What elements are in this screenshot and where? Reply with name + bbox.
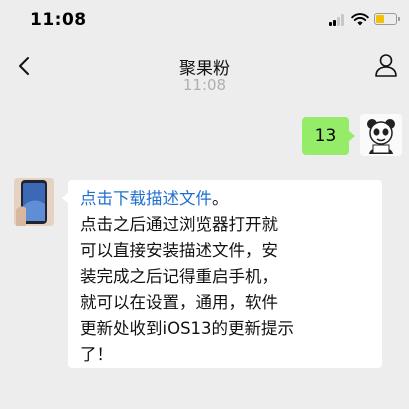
sent-message-bubble[interactable]: 13: [302, 117, 355, 155]
received-message-bubble: 点击下载描述文件。 点击之后通过浏览器打开就 可以直接安装描述文件，安 装完成之…: [62, 180, 382, 368]
message-timestamp: 11:08: [182, 76, 227, 94]
sent-message-text: 13: [314, 126, 337, 146]
phone-avatar-icon: [14, 178, 54, 226]
message-line: 可以直接安装描述文件，安: [80, 241, 278, 260]
message-line: 更新处收到iOS13的更新提示: [80, 319, 295, 338]
battery-icon: [374, 13, 400, 25]
wifi-icon: [351, 13, 369, 26]
status-time: 11:08: [30, 10, 87, 30]
contact-avatar[interactable]: [14, 178, 54, 226]
message-first-line: 点击下载描述文件。: [80, 186, 370, 212]
panda-avatar-icon: [360, 114, 402, 156]
message-line: 点击之后通过浏览器打开就: [80, 215, 278, 234]
message-line: 了！: [80, 345, 113, 364]
link-suffix: 。: [212, 189, 229, 208]
signal-icon: [329, 13, 347, 26]
self-avatar[interactable]: [360, 114, 402, 156]
message-line: 装完成之后记得重启手机，: [80, 267, 278, 286]
person-icon[interactable]: [373, 52, 399, 78]
status-bar: 11:08: [0, 0, 409, 44]
download-profile-link[interactable]: 点击下载描述文件: [80, 189, 212, 208]
message-line: 就可以在设置，通用，软件: [80, 293, 278, 312]
